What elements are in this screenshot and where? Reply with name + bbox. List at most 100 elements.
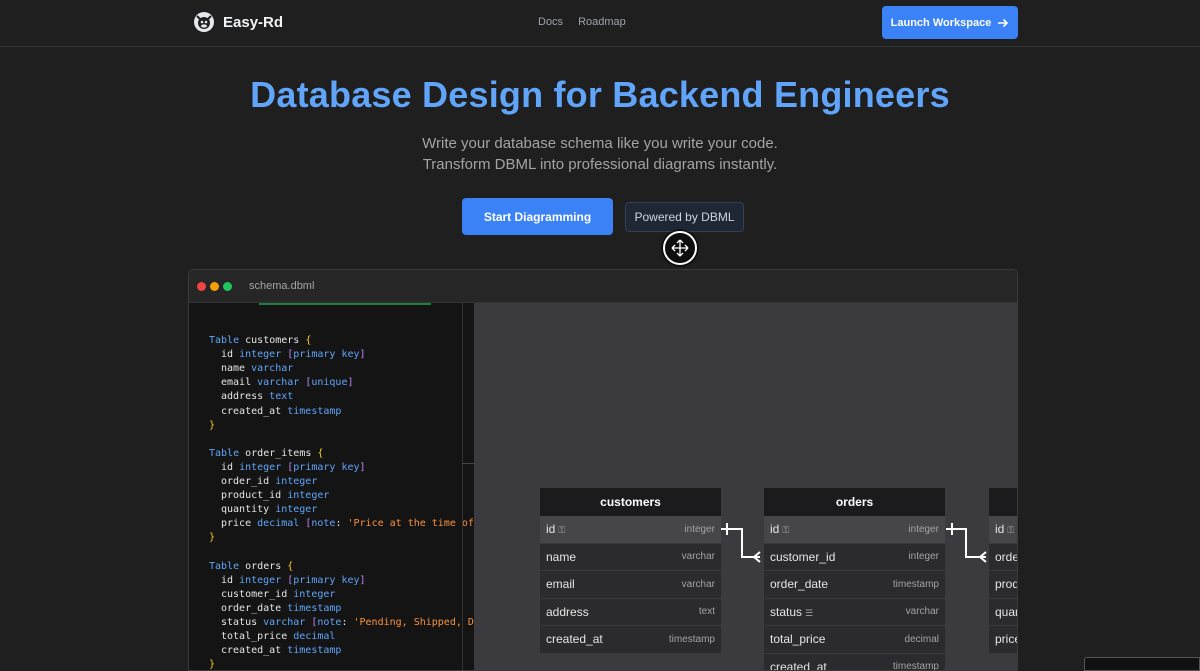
code-line-close-brace: } xyxy=(209,659,216,671)
diagram-row-orde[interactable]: orde xyxy=(989,544,1018,571)
column-name: name xyxy=(546,549,577,564)
column-type: integer xyxy=(908,551,939,563)
column-type: decimal xyxy=(904,633,939,645)
code-line-close-brace: } xyxy=(209,532,216,544)
top-nav: Docs Roadmap xyxy=(538,16,626,28)
diagram-row-created_at[interactable]: created_at timestamp xyxy=(540,626,721,654)
pane-splitter[interactable] xyxy=(462,303,463,670)
minimize-window-dot[interactable] xyxy=(210,282,219,291)
window-titlebar: schema.dbml xyxy=(189,270,1017,303)
column-name: created_at xyxy=(770,659,827,671)
column-name: address xyxy=(546,604,589,619)
column-type: timestamp xyxy=(892,578,939,590)
column-name: quan xyxy=(995,604,1017,619)
key-icon: ⚿ xyxy=(782,525,790,536)
file-name: schema.dbml xyxy=(249,280,315,292)
maximize-window-dot[interactable] xyxy=(223,282,232,291)
column-type: timestamp xyxy=(892,661,939,671)
code-line-field: customer_id integer xyxy=(221,588,336,600)
column-name: order_date xyxy=(770,577,829,592)
top-navbar: Easy-Rd Docs Roadmap Launch Workspace xyxy=(0,0,1200,47)
diagram-table-partial[interactable]: id⚿ orde prod quan price xyxy=(989,488,1018,654)
key-icon: ⚿ xyxy=(558,525,566,536)
nav-link-roadmap[interactable]: Roadmap xyxy=(578,16,626,28)
column-name: customer_id xyxy=(770,549,836,564)
brand-logo[interactable]: Easy-Rd xyxy=(193,11,283,33)
arrow-right-icon xyxy=(998,18,1009,27)
nav-link-docs[interactable]: Docs xyxy=(538,16,563,28)
diagram-canvas[interactable]: customers id ⚿ integer name varchar email varch… xyxy=(474,303,1018,671)
column-name: id ⚿ xyxy=(770,522,790,537)
cow-logo-icon xyxy=(194,12,214,32)
column-type: varchar xyxy=(905,606,939,618)
code-editor[interactable]: Table customers { id integer [primary key… xyxy=(189,303,474,671)
code-line-field: product_id integer xyxy=(221,490,330,502)
scroll-highlight xyxy=(259,303,431,305)
diagram-row-prod[interactable]: prod xyxy=(989,571,1018,599)
code-line-field: address text xyxy=(221,391,294,403)
move-cursor xyxy=(663,231,697,265)
powered-by-dbml-button[interactable]: Powered by DBML xyxy=(625,202,744,232)
code-line-field: status varchar [note: 'Pending, Shipped,… xyxy=(221,617,474,628)
code-line-field: created_at timestamp xyxy=(221,645,342,657)
column-name: price xyxy=(995,632,1017,647)
key-icon: ⚿ xyxy=(1007,525,1015,536)
column-name: total_price xyxy=(770,632,826,647)
diagram-row-id[interactable]: id ⚿ integer xyxy=(540,516,721,544)
code-line-field: order_id integer xyxy=(221,476,318,487)
diagram-row-address[interactable]: address text xyxy=(540,599,721,626)
column-name: created_at xyxy=(546,632,603,647)
column-type: text xyxy=(698,606,715,618)
note-icon: ☰ xyxy=(805,607,814,618)
diagram-row-order_date[interactable]: order_date timestamp xyxy=(764,571,945,599)
code-line-table-order_items: Table order_items { xyxy=(209,447,324,459)
diagram-row-name[interactable]: name varchar xyxy=(540,544,721,571)
code-line-field: quantity integer xyxy=(221,504,318,516)
start-diagramming-button[interactable]: Start Diagramming xyxy=(462,198,613,235)
code-line-table-customers: Table customers { xyxy=(209,335,312,346)
launch-workspace-label: Launch Workspace xyxy=(890,16,992,29)
launch-workspace-button[interactable]: Launch Workspace xyxy=(882,6,1018,39)
diagram-row-quan[interactable]: quan xyxy=(989,599,1017,626)
code-line-field: order_date timestamp xyxy=(221,602,342,614)
code-line-table-orders: Table orders { xyxy=(209,560,294,572)
code-line-field: created_at timestamp xyxy=(221,405,342,417)
column-name: orde xyxy=(995,549,1018,564)
diagram-row-customer_id[interactable]: customer_id integer xyxy=(764,544,945,571)
column-type: integer xyxy=(684,523,715,535)
code-line-field: email varchar [unique] xyxy=(221,377,354,389)
code-line-field: total_price decimal xyxy=(221,631,336,643)
diagram-table-customers[interactable]: customers id ⚿ integer name varchar email varch… xyxy=(540,488,721,654)
diagram-row-price[interactable]: price xyxy=(989,626,1017,654)
diagram-row-created_at[interactable]: created_at timestamp xyxy=(764,654,945,671)
code-line-field: id integer [primary key] xyxy=(221,349,366,361)
column-type: varchar xyxy=(681,578,715,590)
diagram-row-total_price[interactable]: total_price decimal xyxy=(764,626,945,654)
diagram-row-id[interactable]: id ⚿ integer xyxy=(764,516,945,544)
code-line-close-brace: } xyxy=(209,419,216,431)
column-name: prod xyxy=(995,577,1018,592)
code-line-field: name varchar xyxy=(221,363,294,375)
column-name: email xyxy=(546,577,575,592)
editor-window: schema.dbml Table customers { id integer … xyxy=(188,269,1018,671)
hero-subtitle: Write your database schema like you writ… xyxy=(422,135,778,173)
diagram-row-id[interactable]: id ⚿ xyxy=(989,516,1017,544)
column-type: varchar xyxy=(681,551,715,563)
code-line-field: id integer [primary key] xyxy=(221,574,366,586)
diagram-table-header xyxy=(989,488,1017,516)
column-name: status ☰ xyxy=(770,604,814,619)
diagram-table-header: customers xyxy=(540,488,721,516)
column-name: id ⚿ xyxy=(995,522,1015,537)
splitter-handle[interactable] xyxy=(462,463,474,464)
minimap[interactable] xyxy=(1084,657,1200,671)
brand-name: Easy-Rd xyxy=(223,13,284,31)
diagram-row-status[interactable]: status ☰ varchar xyxy=(764,599,945,626)
column-type: integer xyxy=(908,523,939,535)
column-name: id ⚿ xyxy=(546,522,566,537)
hero-title: Database Design for Backend Engineers xyxy=(250,74,950,115)
code-line-field: price decimal [note: 'Price at the time … xyxy=(221,518,474,530)
diagram-table-orders[interactable]: orders id ⚿ integer customer_id integer order_… xyxy=(764,488,945,671)
diagram-row-email[interactable]: email varchar xyxy=(540,571,721,599)
code-line-field: id integer [primary key] xyxy=(221,461,366,473)
close-window-dot[interactable] xyxy=(197,282,206,291)
